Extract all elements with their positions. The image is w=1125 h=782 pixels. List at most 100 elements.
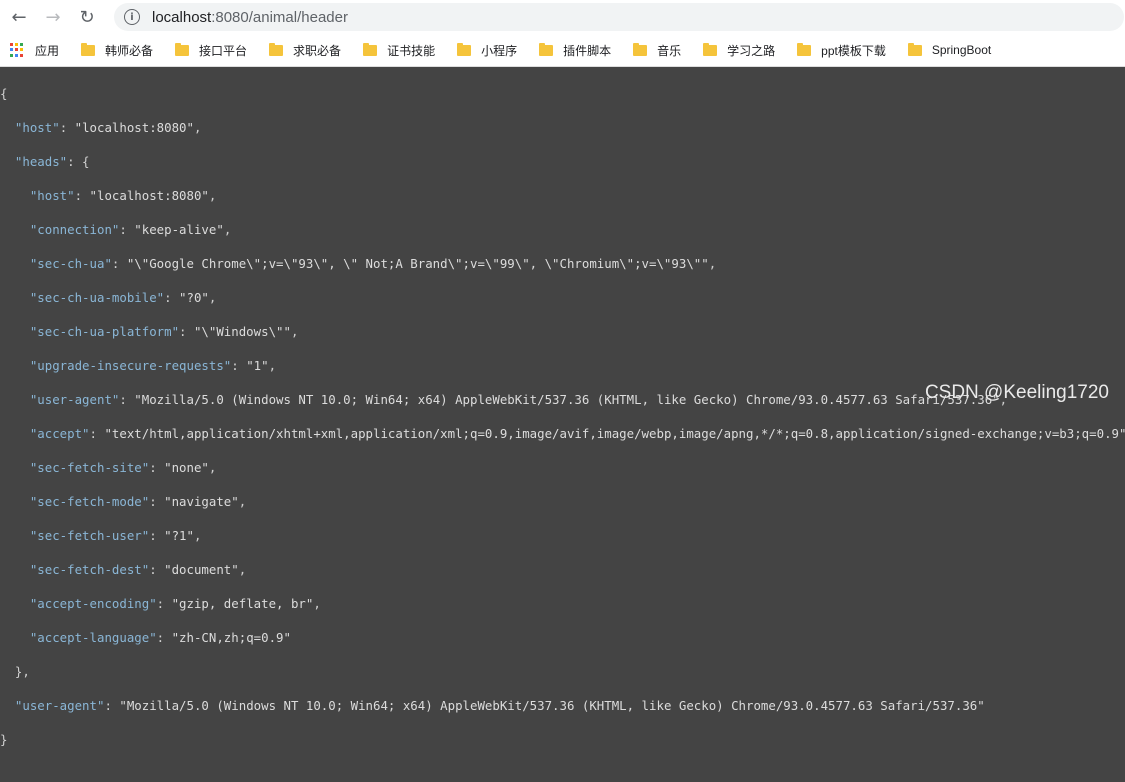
bookmark-folder[interactable]: 韩师必备 (76, 38, 158, 62)
json-key: "upgrade-insecure-requests" (29, 358, 232, 373)
json-line: "host": "localhost:8080", (29, 188, 217, 203)
json-key: "connection" (29, 222, 120, 237)
json-brace: { (0, 86, 8, 101)
json-value: "Mozilla/5.0 (Windows NT 10.0; Win64; x6… (134, 392, 1000, 407)
bookmark-label: 小程序 (481, 43, 518, 58)
json-line: "heads": { (14, 154, 90, 169)
csdn-watermark: CSDN @Keeling1720 (924, 382, 1109, 403)
json-value: "1" (246, 358, 269, 373)
folder-icon (797, 42, 812, 56)
json-line: "sec-fetch-dest": "document", (29, 562, 247, 577)
bookmark-label: ppt模板下载 (821, 43, 886, 58)
json-line: "accept": "text/html,application/xhtml+x… (29, 426, 1125, 441)
json-key: "heads" (14, 154, 68, 169)
bookmark-folder[interactable]: 音乐 (628, 38, 686, 62)
back-arrow-icon[interactable]: ← (4, 2, 34, 32)
bookmark-folder[interactable]: 插件脚本 (534, 38, 616, 62)
json-line: }, (0, 663, 1125, 680)
bookmark-folder[interactable]: 证书技能 (358, 38, 440, 62)
json-line: } (0, 731, 1125, 748)
json-brace: }, (14, 664, 30, 679)
bookmark-label: 插件脚本 (563, 43, 612, 58)
json-value: "\"Windows\"" (193, 324, 291, 339)
json-value: "localhost:8080" (89, 188, 209, 203)
bookmark-label: 应用 (35, 43, 60, 58)
json-key: "host" (14, 120, 60, 135)
folder-icon (633, 42, 648, 56)
bookmark-label: 证书技能 (387, 43, 436, 58)
folder-icon (703, 42, 718, 56)
folder-icon (539, 42, 554, 56)
folder-icon (907, 42, 922, 56)
json-key: "sec-ch-ua-platform" (29, 324, 180, 339)
folder-icon (457, 42, 472, 56)
bookmark-label: SpringBoot (931, 43, 992, 57)
json-line: "upgrade-insecure-requests": "1", (29, 358, 277, 373)
forward-arrow-icon[interactable]: → (38, 2, 68, 32)
json-key: "host" (29, 188, 75, 203)
json-value: "?0" (179, 290, 209, 305)
json-key: "sec-fetch-user" (29, 528, 150, 543)
bookmark-apps[interactable]: 应用 (0, 38, 64, 62)
json-value: "Mozilla/5.0 (Windows NT 10.0; Win64; x6… (119, 698, 985, 713)
folder-icon (81, 42, 96, 56)
json-value: "zh-CN,zh;q=0.9" (171, 630, 291, 645)
bookmark-label: 音乐 (657, 43, 682, 58)
json-line: "sec-fetch-mode": "navigate", (29, 494, 247, 509)
json-key: "sec-fetch-mode" (29, 494, 150, 509)
json-line: "sec-fetch-user": "?1", (29, 528, 202, 543)
json-value: "none" (164, 460, 209, 475)
bookmark-label: 求职必备 (293, 43, 342, 58)
bookmark-label: 学习之路 (727, 43, 776, 58)
json-value: "?1" (164, 528, 194, 543)
bookmark-folder[interactable]: 学习之路 (698, 38, 780, 62)
json-value: "\"Google Chrome\";v=\"93\", \" Not;A Br… (126, 256, 709, 271)
json-value: "navigate" (164, 494, 239, 509)
folder-icon (269, 42, 284, 56)
json-key: "sec-ch-ua-mobile" (29, 290, 165, 305)
url-host: localhost (152, 8, 212, 26)
folder-icon (175, 42, 190, 56)
bookmark-folder[interactable]: 接口平台 (170, 38, 252, 62)
json-line: "sec-ch-ua-mobile": "?0", (29, 290, 217, 305)
json-brace: } (0, 732, 8, 747)
bookmarks-bar: 应用 韩师必备 接口平台 求职必备 证书技能 小程序 插件脚本 音乐 学习之路 … (0, 34, 1125, 67)
json-key: "user-agent" (14, 698, 105, 713)
json-line: "host": "localhost:8080", (14, 120, 202, 135)
json-line: "accept-language": "zh-CN,zh;q=0.9" (29, 630, 291, 645)
json-value: "gzip, deflate, br" (171, 596, 314, 611)
bookmark-folder[interactable]: ppt模板下载 (792, 38, 891, 62)
reload-icon[interactable]: ↻ (72, 2, 102, 32)
info-icon[interactable]: i (124, 9, 140, 25)
json-key: "sec-fetch-site" (29, 460, 150, 475)
json-response-view: { "host": "localhost:8080", "heads": { "… (0, 67, 1125, 747)
json-line: "connection": "keep-alive", (29, 222, 232, 237)
json-value: "keep-alive" (134, 222, 224, 237)
bookmark-folder[interactable]: 小程序 (452, 38, 522, 62)
json-line: "user-agent": "Mozilla/5.0 (Windows NT 1… (14, 698, 985, 713)
bookmark-label: 韩师必备 (105, 43, 154, 58)
address-bar[interactable]: i localhost:8080/animal/header (114, 3, 1124, 31)
json-line: "sec-ch-ua-platform": "\"Windows\"", (29, 324, 299, 339)
json-value: "localhost:8080" (74, 120, 194, 135)
json-key: "user-agent" (29, 392, 120, 407)
json-key: "accept" (29, 426, 90, 441)
folder-icon (363, 42, 378, 56)
url-text[interactable]: localhost:8080/animal/header (152, 9, 348, 26)
browser-toolbar: ← → ↻ i localhost:8080/animal/header (0, 0, 1125, 34)
json-line: "accept-encoding": "gzip, deflate, br", (29, 596, 321, 611)
json-value: "document" (164, 562, 239, 577)
json-line: "sec-fetch-site": "none", (29, 460, 217, 475)
url-path: :8080/animal/header (211, 8, 348, 26)
json-line: "sec-ch-ua": "\"Google Chrome\";v=\"93\"… (29, 256, 717, 271)
json-key: "sec-fetch-dest" (29, 562, 150, 577)
json-value: "text/html,application/xhtml+xml,applica… (104, 426, 1125, 441)
json-key: "sec-ch-ua" (29, 256, 112, 271)
bookmark-folder[interactable]: SpringBoot (903, 38, 996, 62)
json-key: "accept-language" (29, 630, 157, 645)
bookmark-label: 接口平台 (199, 43, 248, 58)
json-line: { (0, 85, 1125, 102)
bookmark-folder[interactable]: 求职必备 (264, 38, 346, 62)
json-key: "accept-encoding" (29, 596, 157, 611)
apps-grid-icon (10, 42, 25, 58)
